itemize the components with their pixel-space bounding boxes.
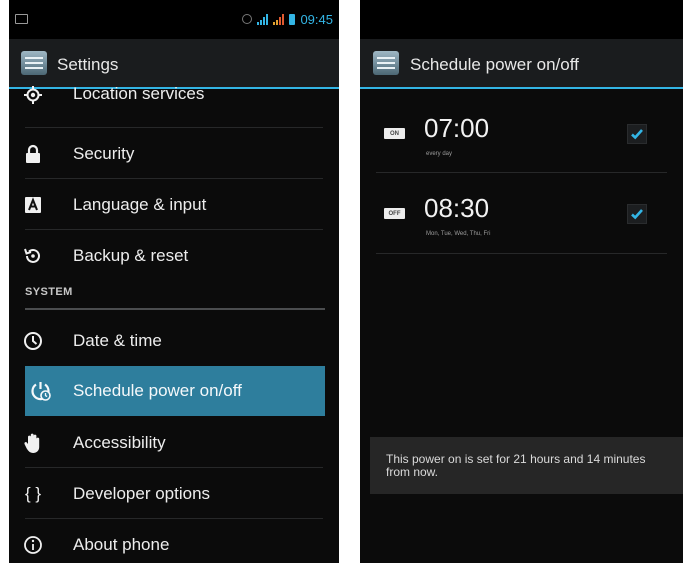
settings-item-date-time[interactable]: Date & time (9, 316, 339, 366)
signal-icon-secondary (273, 13, 285, 25)
schedule-time: 08:30 (424, 193, 490, 223)
settings-item-about[interactable]: About phone (9, 520, 339, 563)
power-schedule-icon (29, 379, 53, 403)
signal-icon (257, 13, 269, 25)
settings-item-label: Security (73, 144, 135, 163)
backup-icon (21, 244, 45, 268)
settings-item-location[interactable]: Location services (9, 78, 339, 128)
settings-item-label: Schedule power on/off (73, 381, 242, 400)
info-icon (21, 533, 45, 557)
settings-screen: 09:45 Settings Location services Securit… (9, 0, 339, 563)
settings-item-label: Developer options (73, 484, 211, 503)
notification-image-icon (15, 14, 28, 24)
status-bar (360, 0, 683, 39)
status-time: 09:45 (300, 11, 333, 27)
schedule-tag-on: ON (384, 128, 405, 139)
checkmark-icon (631, 209, 643, 220)
section-header-system: SYSTEM (25, 286, 325, 310)
settings-item-accessibility[interactable]: Accessibility (9, 418, 339, 468)
divider (376, 253, 667, 254)
schedule-item-on[interactable]: ON 07:00 every day (360, 93, 683, 173)
status-bar: 09:45 (9, 0, 339, 39)
schedule-checkbox[interactable] (627, 124, 647, 144)
settings-app-icon[interactable] (21, 51, 47, 75)
settings-item-schedule-power[interactable]: Schedule power on/off (25, 366, 325, 416)
battery-icon (289, 13, 296, 25)
settings-item-label: Location services (73, 84, 205, 103)
page-title: Schedule power on/off (410, 55, 579, 74)
settings-item-label: Language & input (73, 195, 207, 214)
hand-icon (21, 431, 45, 455)
page-title: Settings (57, 55, 119, 74)
toast-message: This power on is set for 21 hours and 14… (370, 437, 683, 494)
schedule-power-screen: Schedule power on/off ON 07:00 every day… (360, 0, 683, 563)
settings-item-backup[interactable]: Backup & reset (9, 231, 339, 281)
divider (25, 467, 323, 468)
schedule-time: 07:00 (424, 113, 490, 143)
divider (376, 172, 667, 173)
action-bar: Schedule power on/off (360, 39, 683, 89)
divider (25, 229, 323, 230)
settings-item-label: About phone (73, 535, 170, 554)
schedule-repeat: Mon, Tue, Wed, Thu, Fri (426, 231, 491, 237)
schedule-checkbox[interactable] (627, 204, 647, 224)
status-icons: 09:45 (242, 11, 333, 27)
settings-item-label: Accessibility (73, 433, 166, 452)
settings-item-label: Date & time (73, 331, 162, 350)
sync-icon (242, 14, 253, 24)
braces-icon: { } (24, 484, 42, 503)
settings-item-developer[interactable]: { } Developer options (9, 469, 339, 519)
divider (25, 127, 323, 128)
settings-item-label: Backup & reset (73, 246, 189, 265)
lock-icon (21, 142, 45, 166)
checkmark-icon (631, 129, 643, 140)
keyboard-icon (21, 193, 45, 217)
divider (25, 178, 323, 179)
settings-item-security[interactable]: Security (9, 129, 339, 179)
schedule-repeat: every day (426, 151, 453, 157)
settings-app-icon[interactable] (373, 51, 399, 75)
settings-item-language[interactable]: Language & input (9, 180, 339, 230)
schedule-tag-off: OFF (384, 208, 405, 219)
location-icon (21, 83, 45, 107)
clock-icon (21, 329, 45, 353)
divider (25, 518, 323, 519)
schedule-item-off[interactable]: OFF 08:30 Mon, Tue, Wed, Thu, Fri (360, 174, 683, 254)
